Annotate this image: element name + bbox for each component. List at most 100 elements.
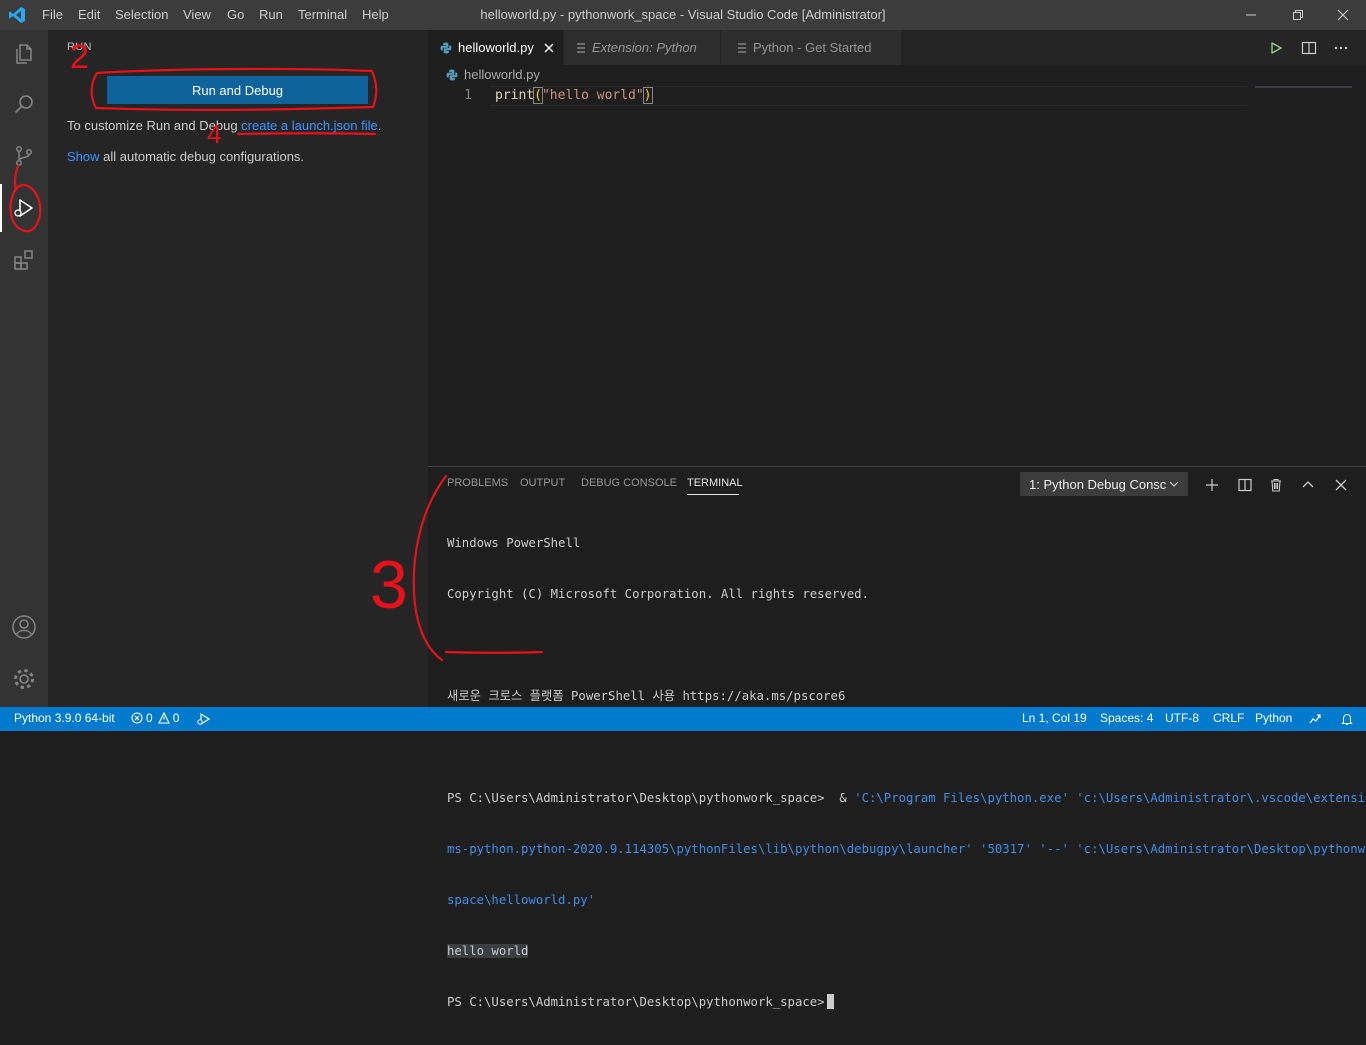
tab-helloworld[interactable]: helloworld.py <box>428 30 563 65</box>
tab-label: helloworld.py <box>458 40 534 55</box>
close-panel-icon[interactable] <box>1331 475 1351 495</box>
terminal-output[interactable]: Windows PowerShell Copyright (C) Microso… <box>447 501 1366 1045</box>
split-editor-icon[interactable] <box>1299 38 1319 58</box>
encoding-status[interactable]: UTF-8 <box>1165 711 1199 725</box>
run-debug-sidebar: RUN Run and Debug To customize Run and D… <box>48 30 428 707</box>
panel-tab-output[interactable]: OUTPUT <box>520 477 565 489</box>
create-launch-json-link[interactable]: create a launch.json file <box>241 118 378 133</box>
notifications-bell-icon[interactable] <box>1340 712 1354 726</box>
tab-python-get-started[interactable]: Python - Get Started <box>721 30 901 65</box>
kill-terminal-trash-icon[interactable] <box>1266 475 1286 495</box>
show-link[interactable]: Show <box>67 149 100 164</box>
language-mode-status[interactable]: Python <box>1255 711 1292 725</box>
new-terminal-icon[interactable] <box>1202 475 1222 495</box>
debug-launch-icon[interactable] <box>196 712 210 726</box>
tab-close-icon[interactable] <box>544 43 554 53</box>
code-function: print <box>495 88 535 103</box>
more-actions-icon[interactable] <box>1331 38 1351 58</box>
python-interpreter-status[interactable]: Python 3.9.0 64-bit <box>14 711 115 725</box>
code-paren-open: ( <box>533 87 543 104</box>
split-terminal-icon[interactable] <box>1235 475 1255 495</box>
run-and-debug-button[interactable]: Run and Debug <box>107 76 368 104</box>
tab-label: Python - Get Started <box>753 40 872 55</box>
terminal-command-args: space\helloworld.py' <box>447 893 596 907</box>
menu-terminal[interactable]: Terminal <box>298 7 347 22</box>
menu-view[interactable]: View <box>183 7 211 22</box>
show-configurations-message: Show all automatic debug configurations. <box>67 149 304 164</box>
panel-tab-debug-console[interactable]: DEBUG CONSOLE <box>581 477 677 489</box>
preview-icon <box>737 42 747 54</box>
program-output-text: hello world <box>447 944 529 958</box>
terminal-command-args: 'C:\Program Files\python.exe' 'c:\Users\… <box>854 791 1366 805</box>
close-window-button[interactable] <box>1320 0 1366 30</box>
menu-edit[interactable]: Edit <box>78 7 100 22</box>
terminal-line: Windows PowerShell <box>447 536 581 550</box>
python-icon <box>440 42 452 54</box>
error-icon <box>131 712 143 724</box>
menu-go[interactable]: Go <box>227 7 244 22</box>
breadcrumb-file[interactable]: helloworld.py <box>464 67 540 82</box>
error-count: 0 <box>146 711 153 725</box>
customize-prefix: To customize Run and Debug <box>67 118 242 133</box>
bottom-panel: PROBLEMS OUTPUT DEBUG CONSOLE TERMINAL 1… <box>428 466 1366 1009</box>
extensions-icon[interactable] <box>0 236 48 284</box>
terminal-command-line: PS C:\Users\Administrator\Desktop\python… <box>447 790 1366 807</box>
activity-bar <box>0 30 48 707</box>
search-icon[interactable] <box>0 80 48 128</box>
customize-message: To customize Run and Debug create a laun… <box>67 118 381 133</box>
terminal-prompt: PS C:\Users\Administrator\Desktop\python… <box>447 791 855 805</box>
source-control-icon[interactable] <box>0 132 48 180</box>
title-bar: File Edit Selection View Go Run Terminal… <box>0 0 1366 30</box>
maximize-panel-chevron-up-icon[interactable] <box>1298 475 1318 495</box>
terminal-cursor <box>826 994 834 1009</box>
menu-file[interactable]: File <box>42 7 63 22</box>
terminal-command-args: ms-python.python-2020.9.114305\pythonFil… <box>447 842 1366 856</box>
code-editor[interactable] <box>428 84 1366 464</box>
run-debug-icon[interactable] <box>0 184 48 232</box>
minimap-slider[interactable] <box>1255 86 1352 88</box>
status-bar: Python 3.9.0 64-bit 0 0 Ln 1, Col 19 Spa… <box>0 707 1366 731</box>
terminal-prompt-line: PS C:\Users\Administrator\Desktop\python… <box>447 994 1357 1011</box>
tab-extension-python[interactable]: Extension: Python <box>564 30 720 65</box>
python-icon <box>446 69 458 81</box>
minimize-button[interactable] <box>1228 0 1274 30</box>
warning-icon <box>157 712 170 724</box>
run-python-file-icon[interactable] <box>1266 38 1286 58</box>
breadcrumb[interactable]: helloworld.py <box>446 67 540 82</box>
editor-tab-bar: helloworld.py Extension: Python Python -… <box>428 30 1366 65</box>
menu-help[interactable]: Help <box>362 7 389 22</box>
eol-status[interactable]: CRLF <box>1213 711 1244 725</box>
chevron-down-icon <box>1169 479 1179 489</box>
settings-gear-icon[interactable] <box>0 655 48 703</box>
code-string: "hello world" <box>541 88 644 103</box>
menu-selection[interactable]: Selection <box>115 7 168 22</box>
panel-tab-problems[interactable]: PROBLEMS <box>447 477 508 489</box>
tab-label: Extension: Python <box>592 40 697 55</box>
explorer-icon[interactable] <box>0 30 48 78</box>
menu-run[interactable]: Run <box>259 7 283 22</box>
feedback-icon[interactable] <box>1308 712 1322 726</box>
panel-tab-terminal[interactable]: TERMINAL <box>687 477 743 489</box>
active-tab-underline <box>687 494 739 495</box>
code-line[interactable]: print("hello world") <box>495 87 653 104</box>
problems-status[interactable]: 0 0 <box>131 711 179 725</box>
terminal-line: Copyright (C) Microsoft Corporation. All… <box>447 587 869 601</box>
account-icon[interactable] <box>0 603 48 651</box>
minimize-icon <box>1246 14 1256 16</box>
terminal-line: 새로운 크로스 플랫폼 PowerShell 사용 https://aka.ms… <box>447 689 846 703</box>
restore-button[interactable] <box>1275 0 1321 30</box>
warning-count: 0 <box>172 711 180 725</box>
line-number: 1 <box>464 88 472 103</box>
close-icon <box>1337 9 1349 21</box>
cursor-position-status[interactable]: Ln 1, Col 19 <box>1022 711 1087 725</box>
restore-icon <box>1293 10 1303 20</box>
indentation-status[interactable]: Spaces: 4 <box>1100 711 1153 725</box>
terminal-select-dropdown[interactable]: 1: Python Debug Consc <box>1020 472 1188 496</box>
show-suffix: all automatic debug configurations. <box>99 149 305 164</box>
extension-icon <box>576 42 586 54</box>
terminal-select-value: 1: Python Debug Consc <box>1029 476 1167 492</box>
sidebar-title: RUN <box>67 41 92 53</box>
customize-suffix: . <box>377 118 382 133</box>
